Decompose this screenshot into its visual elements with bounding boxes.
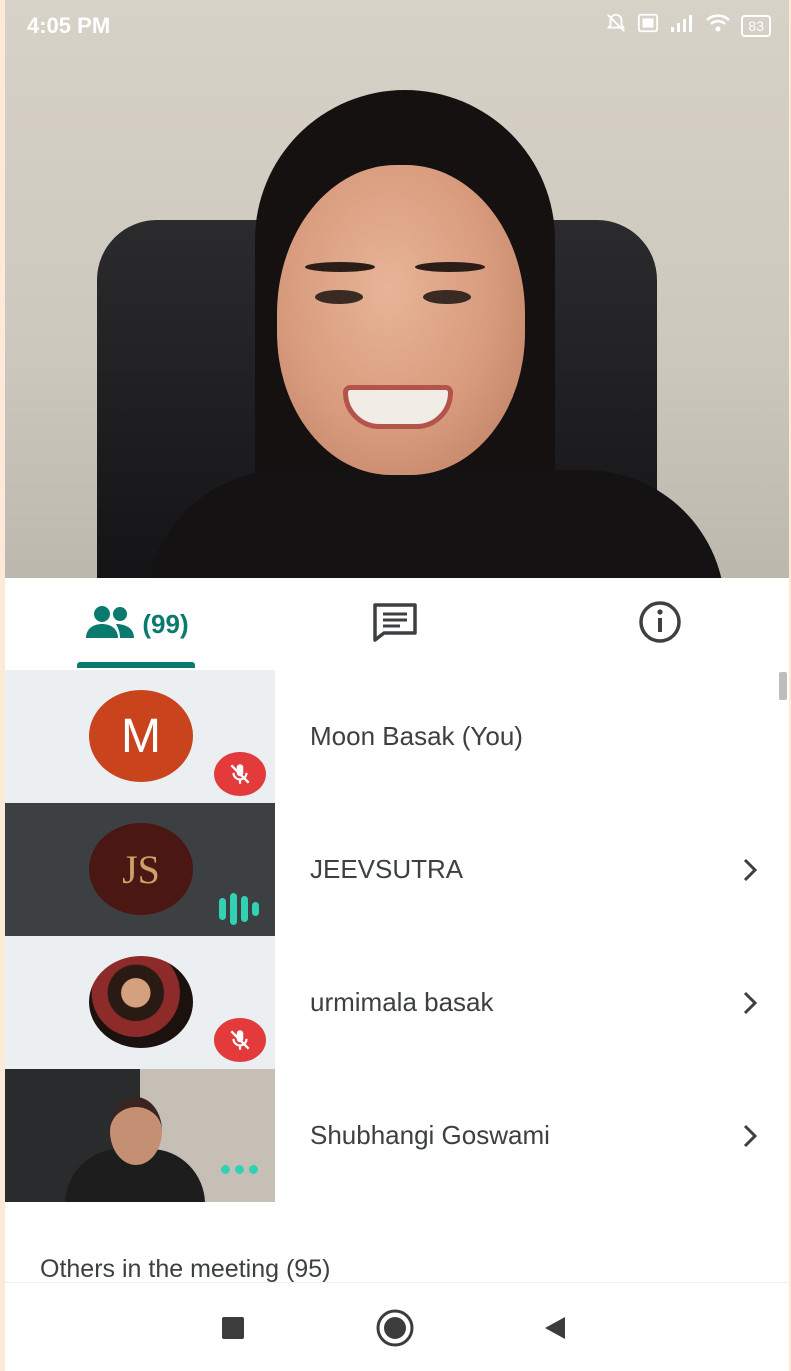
tab-chat[interactable]	[350, 578, 440, 670]
more-dots-icon	[221, 1165, 258, 1174]
bell-off-icon	[605, 12, 627, 39]
tab-bar: (99)	[5, 578, 789, 671]
system-nav-bar	[5, 1282, 789, 1371]
people-count: (99)	[142, 608, 189, 639]
avatar-initials: JS	[122, 846, 160, 892]
main-video-feed[interactable]: 4:05 PM 83	[5, 0, 789, 578]
participant-thumb	[5, 936, 275, 1069]
battery-icon: 83	[741, 14, 771, 37]
status-bar: 4:05 PM 83	[5, 0, 789, 52]
participant-row[interactable]: JS JEEVSUTRA	[5, 803, 789, 936]
signal-icon	[669, 13, 695, 38]
tab-info[interactable]	[615, 578, 705, 670]
others-section-heading: Others in the meeting (95)	[40, 1255, 331, 1283]
video-person-head	[110, 1097, 162, 1165]
triangle-back-icon[interactable]	[515, 1283, 595, 1371]
video-mouth	[343, 385, 453, 429]
list-scrollbar[interactable]	[779, 672, 787, 700]
participant-thumb: M	[5, 670, 275, 803]
tab-people[interactable]: (99)	[75, 578, 200, 670]
participant-video-thumb	[5, 1069, 275, 1202]
status-time: 4:05 PM	[27, 13, 111, 38]
participant-name: urmimala basak	[310, 987, 494, 1017]
video-eye-left	[315, 290, 363, 304]
status-icons: 83	[605, 12, 771, 39]
mic-off-icon	[214, 752, 266, 796]
video-brow-right	[415, 262, 485, 272]
square-icon[interactable]	[193, 1283, 273, 1371]
participant-name: Moon Basak (You)	[310, 721, 523, 751]
participant-row[interactable]: M Moon Basak (You)	[5, 670, 789, 803]
volte-icon	[637, 12, 659, 39]
tab-active-indicator	[77, 662, 195, 668]
circle-icon[interactable]	[355, 1283, 435, 1371]
participant-row[interactable]: Shubhangi Goswami	[5, 1069, 789, 1202]
avatar-photo	[89, 956, 193, 1048]
people-icon	[86, 604, 136, 645]
avatar: M	[89, 690, 193, 782]
video-eye-right	[423, 290, 471, 304]
chevron-right-icon[interactable]	[741, 1069, 759, 1202]
participant-name: Shubhangi Goswami	[310, 1120, 550, 1150]
wifi-icon	[705, 13, 731, 38]
chevron-right-icon[interactable]	[741, 936, 759, 1069]
video-person	[65, 1097, 205, 1202]
participant-list: M Moon Basak (You) JS JEEVSUTRA urmimala…	[5, 670, 789, 1283]
participant-name: JEEVSUTRA	[310, 854, 464, 884]
chevron-right-icon[interactable]	[741, 803, 759, 936]
video-shirt	[145, 470, 725, 578]
participant-thumb: JS	[5, 803, 275, 936]
speaking-indicator-icon	[219, 893, 259, 925]
app-frame: 4:05 PM 83 (99) M Moon Basak (You) JS JE…	[5, 0, 789, 1371]
info-icon	[638, 600, 682, 649]
avatar-logo: JS	[89, 823, 193, 915]
participant-row[interactable]: urmimala basak	[5, 936, 789, 1069]
mic-off-icon	[214, 1018, 266, 1062]
chat-icon	[372, 602, 418, 647]
video-brow-left	[305, 262, 375, 272]
